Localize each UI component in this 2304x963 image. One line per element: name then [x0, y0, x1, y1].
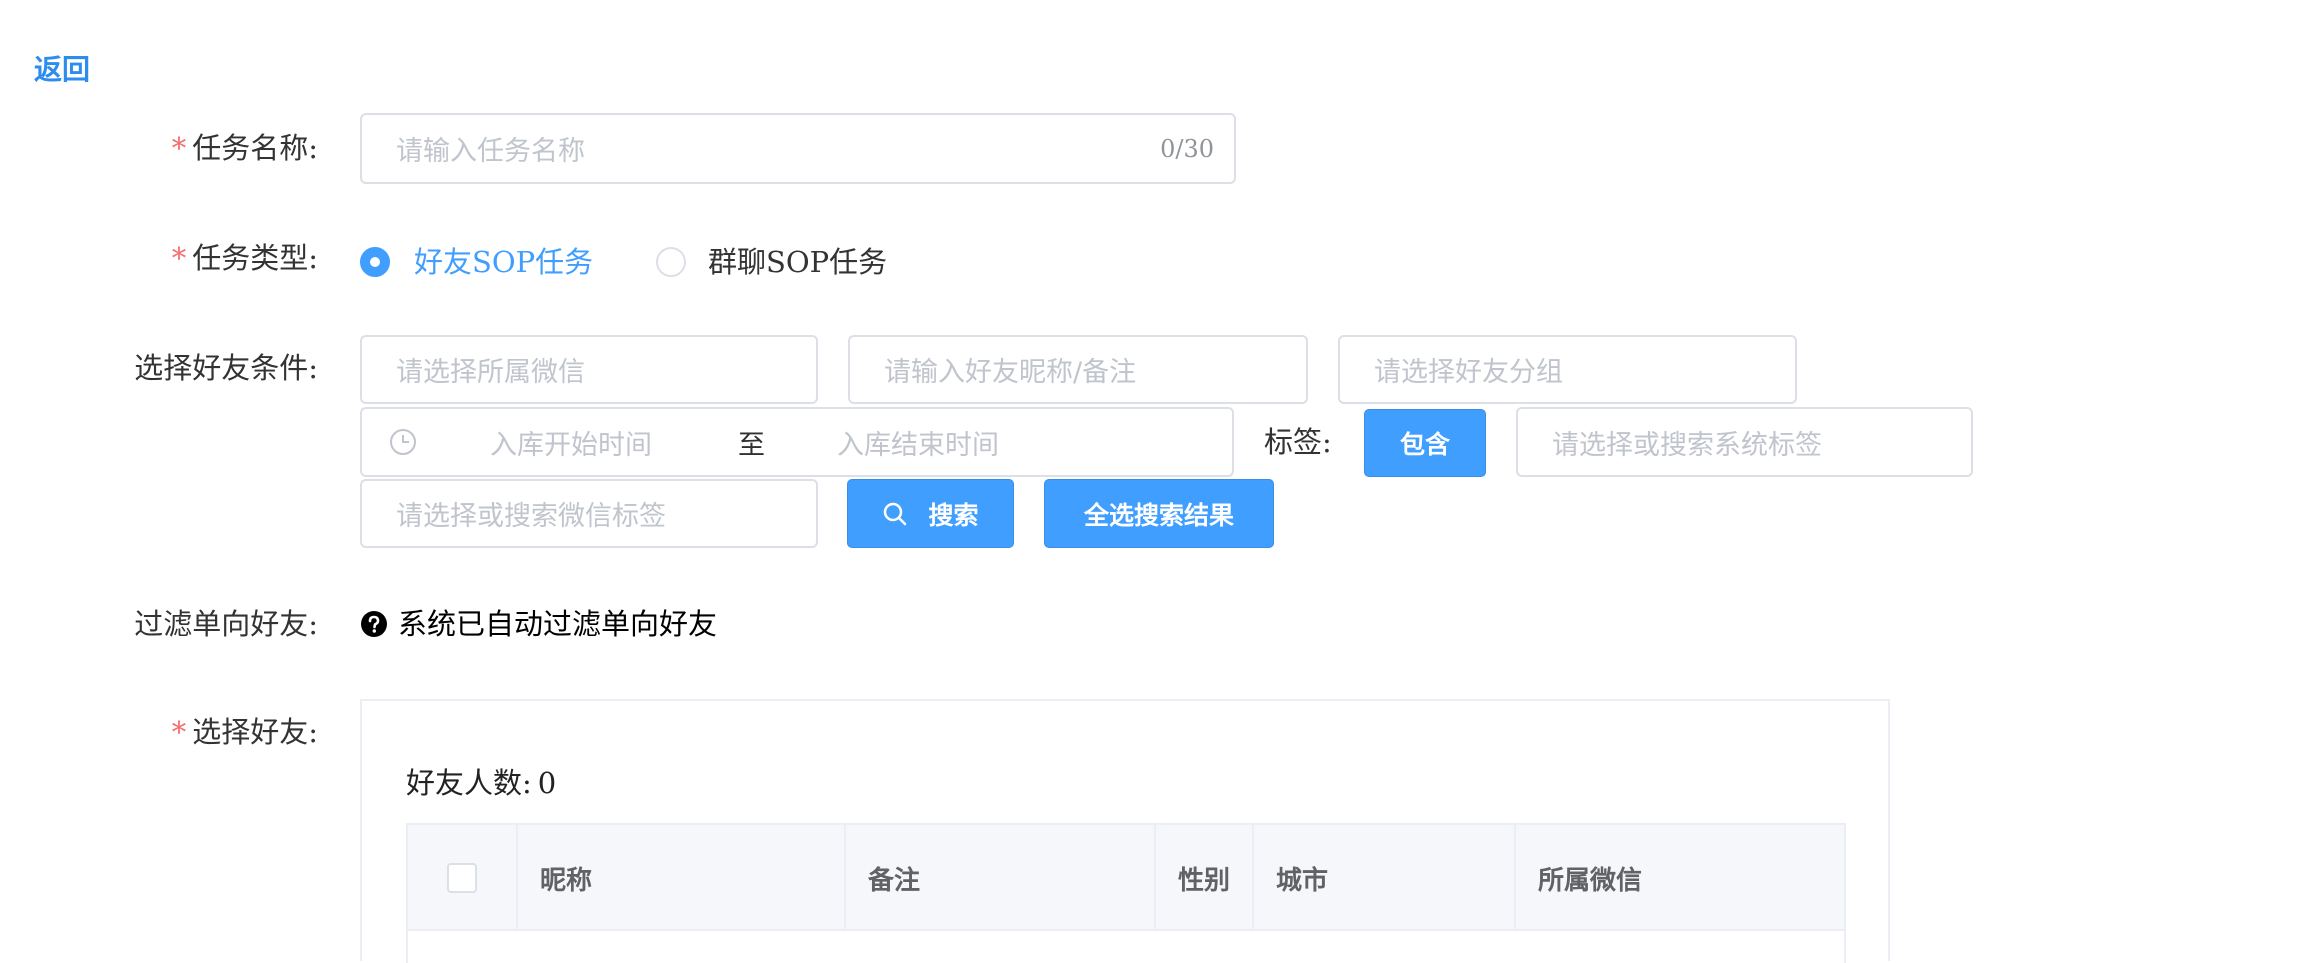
- question-circle-icon: [361, 611, 387, 637]
- select-all-checkbox-cell: [408, 825, 518, 931]
- column-header-remark: 备注: [846, 825, 1156, 931]
- tag-mode-button[interactable]: 包含: [1364, 409, 1486, 477]
- friend-selection-panel: 好友人数: 0 昵称 备注 性别 城市 所属微信: [360, 699, 1890, 963]
- date-range-picker[interactable]: 入库开始时间 至 入库结束时间: [360, 407, 1234, 477]
- select-friends-label: * 选择好友:: [171, 715, 318, 749]
- nickname-input[interactable]: 请输入好友昵称/备注: [848, 335, 1308, 404]
- filter-label: 选择好友条件:: [134, 351, 318, 385]
- char-counter: 0/30: [1160, 134, 1214, 163]
- back-link[interactable]: 返回: [34, 48, 90, 92]
- column-header-nickname: 昵称: [518, 825, 846, 931]
- one-way-label: 过滤单向好友:: [134, 607, 318, 641]
- select-all-checkbox[interactable]: [447, 863, 477, 893]
- radio-friend-sop[interactable]: 好友SOP任务: [360, 242, 593, 282]
- end-date-placeholder: 入库结束时间: [837, 429, 999, 461]
- range-separator: 至: [738, 429, 765, 461]
- system-tag-select[interactable]: 请选择或搜索系统标签: [1516, 407, 1973, 477]
- radio-group-sop[interactable]: 群聊SOP任务: [656, 242, 887, 282]
- one-way-info: 系统已自动过滤单向好友: [360, 604, 717, 644]
- clock-icon: [390, 429, 416, 455]
- column-header-city: 城市: [1254, 825, 1516, 931]
- search-button[interactable]: 搜索: [847, 479, 1014, 548]
- friend-group-select[interactable]: 请选择好友分组: [1338, 335, 1797, 404]
- wechat-select[interactable]: 请选择所属微信: [360, 335, 818, 404]
- tag-label: 标签:: [1264, 425, 1332, 459]
- wechat-tag-select[interactable]: 请选择或搜索微信标签: [360, 479, 818, 548]
- column-header-wechat: 所属微信: [1538, 865, 1643, 896]
- task-name-label: * 任务名称:: [171, 131, 318, 165]
- radio-checked-icon: [360, 247, 390, 277]
- radio-unchecked-icon: [656, 247, 686, 277]
- table-header: 昵称 备注 性别 城市 所属微信: [408, 825, 1844, 931]
- column-header-gender: 性别: [1156, 825, 1254, 931]
- start-date-placeholder: 入库开始时间: [490, 429, 652, 461]
- task-name-placeholder: 请输入任务名称: [396, 136, 585, 167]
- task-type-label: * 任务类型:: [171, 241, 318, 275]
- friend-count: 好友人数: 0: [406, 766, 557, 800]
- search-icon: [884, 502, 907, 525]
- select-all-results-button[interactable]: 全选搜索结果: [1044, 479, 1274, 548]
- task-name-input[interactable]: 请输入任务名称 0/30: [360, 113, 1236, 184]
- friend-table: 昵称 备注 性别 城市 所属微信: [406, 823, 1846, 963]
